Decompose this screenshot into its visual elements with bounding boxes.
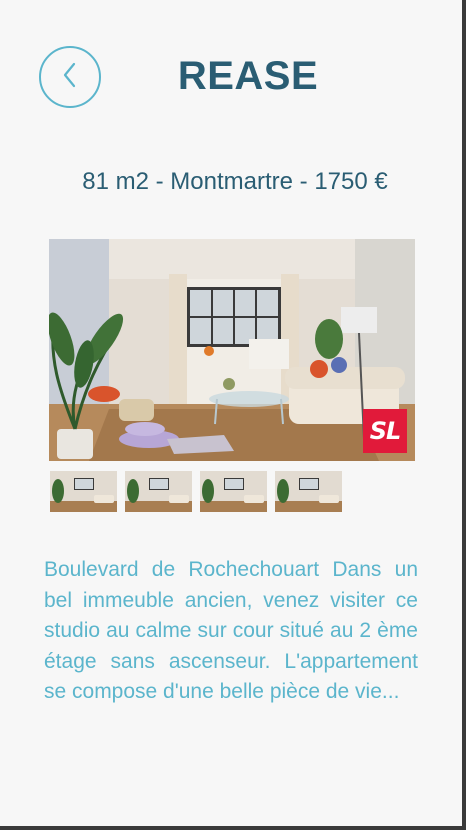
listing-photo[interactable]: SL <box>49 239 415 461</box>
back-button[interactable] <box>39 46 101 108</box>
brand-logo: SL <box>363 409 407 453</box>
thumbnail[interactable] <box>200 471 267 512</box>
listing-summary: 81 m2 - Montmartre - 1750 € <box>82 168 388 195</box>
thumbnail[interactable] <box>125 471 192 512</box>
brand-logo-text: SL <box>369 417 402 445</box>
thumbnail[interactable] <box>275 471 342 512</box>
thumbnail[interactable] <box>50 471 117 512</box>
listing-description: Boulevard de Rochechouart Dans un bel im… <box>44 558 418 703</box>
page-title: REASE <box>177 54 319 98</box>
thumbnail-strip <box>50 471 342 512</box>
listing-screen: REASE 81 m2 - Montmartre - 1750 € SL Bou… <box>0 0 462 826</box>
chevron-left-icon <box>58 60 82 95</box>
